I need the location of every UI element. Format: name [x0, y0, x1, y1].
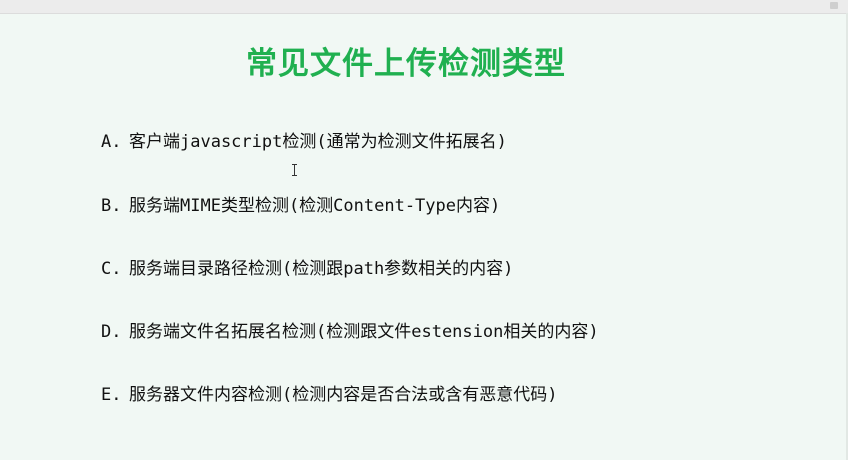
window-control-icon[interactable] [830, 2, 838, 9]
list-item: B. 服务端MIME类型检测(检测Content-Type内容) [101, 195, 500, 217]
list-item-marker: B. [101, 196, 122, 216]
list-item: A. 客户端javascript检测(通常为检测文件拓展名) [101, 131, 507, 153]
list-item-text: 服务端MIME类型检测(检测Content-Type内容) [129, 196, 501, 216]
window-top-bar [0, 0, 848, 14]
slide-title: 常见文件上传检测类型 [246, 46, 566, 82]
presentation-slide: 常见文件上传检测类型 A. 客户端javascript检测(通常为检测文件拓展名)… [0, 0, 848, 460]
text-ibeam-cursor-icon [292, 164, 298, 176]
list-item-text: 服务器文件内容检测(检测内容是否合法或含有恶意代码) [129, 385, 558, 405]
list-item-marker: C. [101, 259, 122, 279]
list-item: D. 服务端文件名拓展名检测(检测跟文件estension相关的内容) [101, 321, 599, 343]
cursor-cap-bottom [292, 175, 297, 176]
list-item: C. 服务端目录路径检测(检测跟path参数相关的内容) [101, 258, 513, 280]
list-item: E. 服务器文件内容检测(检测内容是否合法或含有恶意代码) [101, 384, 557, 406]
list-item-text: 客户端javascript检测(通常为检测文件拓展名) [129, 132, 507, 152]
list-item-text: 服务端目录路径检测(检测跟path参数相关的内容) [129, 259, 514, 279]
list-item-marker: D. [101, 322, 122, 342]
list-item-text: 服务端文件名拓展名检测(检测跟文件estension相关的内容) [129, 322, 599, 342]
list-item-marker: A. [101, 132, 122, 152]
list-item-marker: E. [101, 385, 122, 405]
